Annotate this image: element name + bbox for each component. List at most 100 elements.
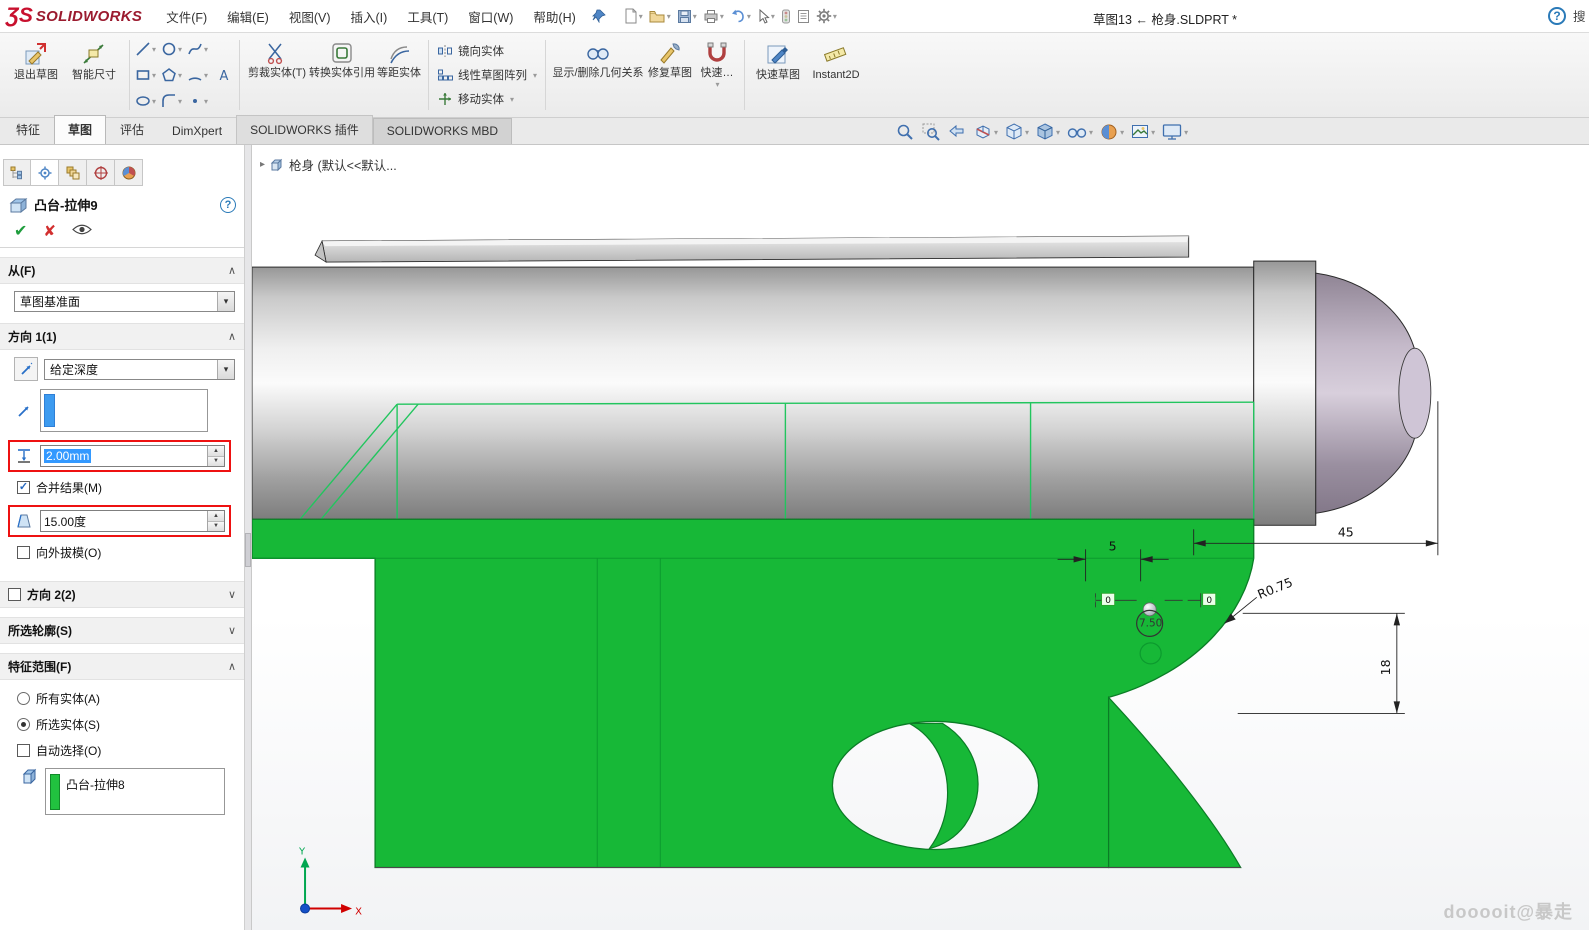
spinner-up-button[interactable]: ▲ — [208, 511, 224, 522]
dimension-r075-text[interactable]: R0.75 — [1255, 574, 1294, 602]
tab-features[interactable]: 特征 — [2, 115, 54, 144]
auto-select-row[interactable]: 自动选择(O) — [17, 742, 235, 759]
spline-tool-button[interactable]: ▾ — [185, 37, 210, 61]
draft-outward-row[interactable]: 向外拔模(O) — [17, 544, 235, 561]
all-bodies-radio[interactable] — [17, 692, 30, 705]
graphics-area[interactable]: 5 45 R0.75 18 0 0 7.50 Y X ▸ 枪身 (默认<<默认.… — [252, 145, 1589, 930]
merge-result-checkbox[interactable]: ✓ — [17, 481, 30, 494]
feature-manager-tab[interactable] — [3, 159, 31, 186]
model-end-cap[interactable] — [1398, 347, 1432, 439]
options-button[interactable]: ▾ — [813, 5, 840, 27]
menu-insert[interactable]: 插入(I) — [341, 0, 398, 34]
dimension-45-text[interactable]: 45 — [1338, 524, 1354, 539]
view-settings-button[interactable]: ▾ — [1159, 121, 1190, 143]
menu-edit[interactable]: 编辑(E) — [217, 0, 279, 34]
save-button[interactable]: ▾ — [674, 6, 700, 27]
draft-angle-value[interactable]: 15.00度 — [41, 511, 207, 531]
tab-evaluate[interactable]: 评估 — [106, 115, 158, 144]
pin-menu-button[interactable] — [586, 5, 612, 27]
menu-help[interactable]: 帮助(H) — [523, 0, 585, 34]
tab-sketch[interactable]: 草图 — [54, 115, 107, 144]
display-manager-tab[interactable] — [115, 159, 143, 186]
previous-view-button[interactable] — [945, 121, 969, 143]
depth-field[interactable]: 2.00mm ▲ ▼ — [40, 445, 225, 467]
draft-angle-field[interactable]: 15.00度 ▲ ▼ — [40, 510, 225, 532]
print-button[interactable]: ▾ — [700, 6, 727, 27]
pm-help-icon[interactable]: ? — [220, 196, 236, 213]
trim-entities-button[interactable]: 剪裁实体(T) — [246, 37, 308, 113]
spinner-down-button[interactable]: ▼ — [208, 456, 224, 466]
line-tool-button[interactable]: ▾ — [133, 37, 158, 61]
menu-window[interactable]: 窗口(W) — [458, 0, 523, 34]
zoom-to-area-button[interactable] — [919, 121, 943, 143]
search-command-label[interactable]: 搜 — [1573, 6, 1585, 25]
move-entities-button[interactable]: 移动实体 ▾ — [432, 89, 542, 109]
zoom-to-fit-button[interactable] — [893, 121, 917, 143]
draft-outward-checkbox[interactable] — [17, 546, 30, 559]
dimension-5-text[interactable]: 5 — [1109, 538, 1117, 553]
display-delete-relations-button[interactable]: 显示/删除几何关系 — [552, 37, 644, 113]
spinner-up-button[interactable]: ▲ — [208, 446, 224, 457]
selected-bodies-row[interactable]: 所选实体(S) — [17, 716, 235, 733]
repair-sketch-button[interactable]: 修复草图 — [644, 37, 696, 113]
breadcrumb-arrow-icon[interactable]: ▸ — [260, 159, 265, 170]
sketch-dim-zero-a[interactable]: 0 — [1105, 596, 1111, 606]
open-document-button[interactable]: ▾ — [646, 6, 674, 27]
section-direction2[interactable]: 方向 2(2) ∨ — [0, 581, 244, 608]
section-selected-contours[interactable]: 所选轮廓(S) ∨ — [0, 617, 244, 644]
direction2-checkbox[interactable] — [8, 588, 21, 601]
hide-show-items-button[interactable]: ▾ — [1064, 121, 1095, 143]
sketch-dim-750-text[interactable]: 7.50 — [1139, 617, 1162, 629]
linear-sketch-pattern-button[interactable]: 线性草图阵列 ▾ — [432, 65, 542, 85]
bodies-list-box[interactable]: 凸台-拉伸8 — [45, 768, 225, 815]
model-trigger[interactable] — [909, 722, 979, 850]
start-condition-select[interactable]: 草图基准面 ▾ — [14, 291, 235, 312]
view-orientation-button[interactable]: ▾ — [1002, 121, 1031, 143]
text-tool-button[interactable]: A — [211, 63, 236, 87]
spinner-down-button[interactable]: ▼ — [208, 521, 224, 531]
undo-button[interactable]: ▾ — [727, 6, 754, 26]
select-tool-button[interactable]: ▾ — [754, 6, 778, 27]
tab-solidworks-addins[interactable]: SOLIDWORKS 插件 — [236, 115, 373, 144]
menu-file[interactable]: 文件(F) — [156, 0, 217, 34]
apply-scene-button[interactable]: ▾ — [1128, 121, 1157, 143]
sketch-dim-zero-b[interactable]: 0 — [1206, 596, 1212, 606]
fillet-tool-button[interactable]: ▾ — [159, 89, 184, 113]
new-document-button[interactable]: ▾ — [620, 5, 646, 27]
section-direction1[interactable]: 方向 1(1) ∧ — [0, 323, 244, 350]
configuration-manager-tab[interactable] — [59, 159, 87, 186]
dimension-18-text[interactable]: 18 — [1378, 659, 1393, 675]
dimxpert-manager-tab[interactable] — [87, 159, 115, 186]
tab-solidworks-mbd[interactable]: SOLIDWORKS MBD — [372, 118, 513, 144]
reverse-direction-button[interactable] — [14, 357, 38, 381]
end-condition-select[interactable]: 给定深度 ▾ — [44, 358, 235, 380]
model-grip[interactable] — [1108, 695, 1242, 869]
ellipse-tool-button[interactable]: ▾ — [133, 89, 158, 113]
help-icon[interactable]: ? — [1548, 6, 1566, 25]
mirror-entities-button[interactable]: 镜向实体 — [432, 41, 542, 61]
instant2d-button[interactable]: Instant2D — [805, 37, 867, 113]
arc-tool-button[interactable]: ▾ — [185, 63, 210, 87]
model-top-rail[interactable] — [314, 235, 1190, 263]
property-manager-tab[interactable] — [31, 159, 59, 186]
selected-bodies-radio[interactable] — [17, 718, 30, 731]
ok-button[interactable]: ✔ — [14, 221, 27, 241]
polygon-tool-button[interactable]: ▾ — [159, 63, 184, 87]
menu-view[interactable]: 视图(V) — [279, 0, 341, 34]
sketch-origin-sphere[interactable] — [1142, 602, 1157, 617]
direction-reference-box[interactable] — [40, 389, 208, 432]
rectangle-tool-button[interactable]: ▾ — [133, 63, 158, 87]
section-from[interactable]: 从(F) ∧ — [0, 257, 244, 284]
quick-snaps-button[interactable]: 快速… ▾ — [696, 37, 738, 113]
rebuild-button[interactable] — [778, 6, 794, 27]
auto-select-checkbox[interactable] — [17, 744, 30, 757]
model-lower-receiver-highlighted[interactable] — [252, 518, 1255, 869]
edit-appearance-button[interactable]: ▾ — [1097, 121, 1126, 143]
file-properties-button[interactable] — [794, 6, 813, 27]
panel-splitter[interactable] — [245, 145, 252, 930]
cancel-button[interactable]: ✘ — [43, 222, 56, 240]
merge-result-row[interactable]: ✓ 合并结果(M) — [17, 479, 235, 496]
smart-dimension-button[interactable]: 智能尺寸 — [65, 37, 123, 113]
dimension-18[interactable]: 18 — [1237, 612, 1405, 714]
section-view-button[interactable]: ▾ — [971, 121, 1000, 143]
